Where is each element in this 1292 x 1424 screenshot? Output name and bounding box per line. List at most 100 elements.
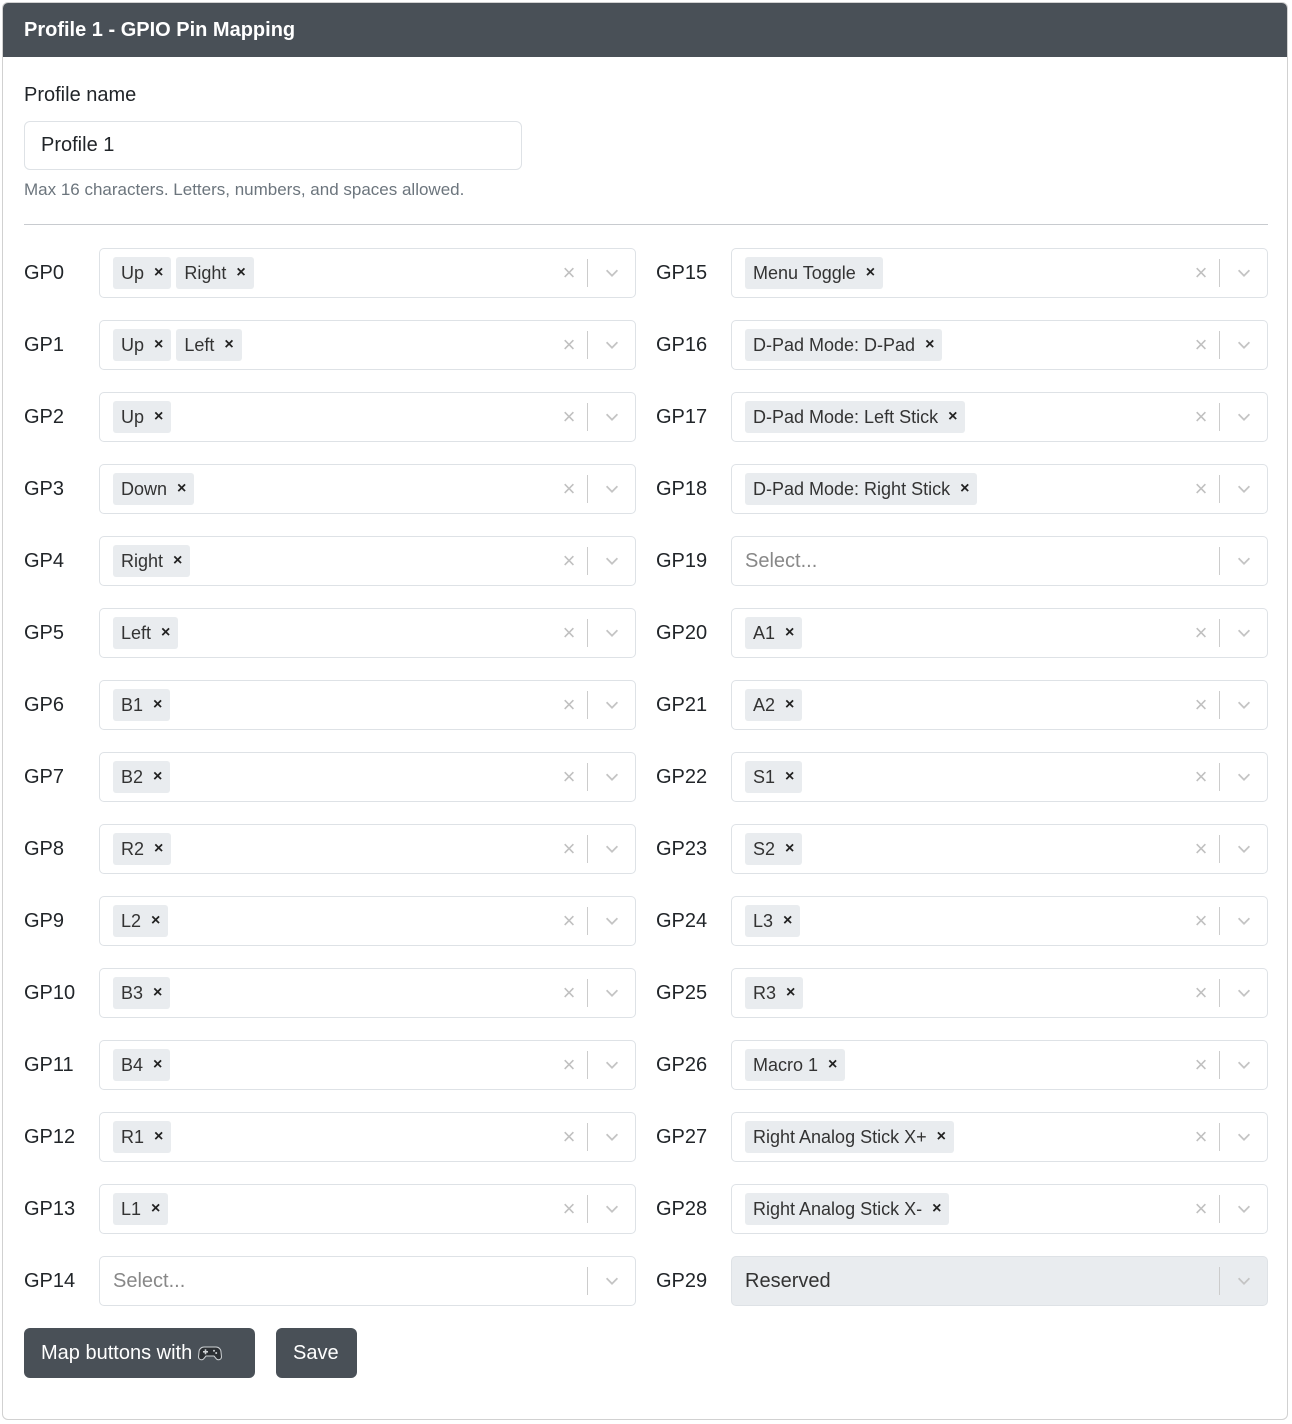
chip-remove-icon[interactable]: × <box>154 337 163 353</box>
clear-icon[interactable]: × <box>551 332 587 358</box>
chevron-down-icon[interactable] <box>1220 336 1267 354</box>
clear-icon[interactable]: × <box>551 764 587 790</box>
pin-select-gp27[interactable]: Right Analog Stick X+ × × <box>731 1112 1268 1162</box>
clear-icon[interactable]: × <box>1183 692 1219 718</box>
chevron-down-icon[interactable] <box>1220 552 1267 570</box>
chip-remove-icon[interactable]: × <box>153 985 162 1001</box>
clear-icon[interactable]: × <box>551 1052 587 1078</box>
chip-remove-icon[interactable]: × <box>153 1057 162 1073</box>
chip-remove-icon[interactable]: × <box>236 265 245 281</box>
pin-select-gp26[interactable]: Macro 1 × × <box>731 1040 1268 1090</box>
chip-remove-icon[interactable]: × <box>937 1129 946 1145</box>
save-button[interactable]: Save <box>276 1328 357 1378</box>
pin-select-gp25[interactable]: R3 × × <box>731 968 1268 1018</box>
chevron-down-icon[interactable] <box>588 1272 635 1290</box>
chevron-down-icon[interactable] <box>588 408 635 426</box>
chip-remove-icon[interactable]: × <box>866 265 875 281</box>
pin-select-gp14[interactable]: Select... <box>99 1256 636 1306</box>
chip-remove-icon[interactable]: × <box>161 625 170 641</box>
clear-icon[interactable]: × <box>1183 332 1219 358</box>
chip-remove-icon[interactable]: × <box>932 1201 941 1217</box>
pin-select-gp17[interactable]: D-Pad Mode: Left Stick × × <box>731 392 1268 442</box>
clear-icon[interactable]: × <box>1183 260 1219 286</box>
chevron-down-icon[interactable] <box>588 624 635 642</box>
clear-icon[interactable]: × <box>551 1124 587 1150</box>
chevron-down-icon[interactable] <box>1220 1200 1267 1218</box>
chip-remove-icon[interactable]: × <box>154 409 163 425</box>
chip-remove-icon[interactable]: × <box>154 1129 163 1145</box>
clear-icon[interactable]: × <box>551 980 587 1006</box>
chevron-down-icon[interactable] <box>588 1056 635 1074</box>
chevron-down-icon[interactable] <box>588 696 635 714</box>
chip-remove-icon[interactable]: × <box>151 913 160 929</box>
pin-select-gp9[interactable]: L2 × × <box>99 896 636 946</box>
chip-remove-icon[interactable]: × <box>785 625 794 641</box>
chip-remove-icon[interactable]: × <box>224 337 233 353</box>
clear-icon[interactable]: × <box>551 908 587 934</box>
chevron-down-icon[interactable] <box>1220 984 1267 1002</box>
chevron-down-icon[interactable] <box>588 1200 635 1218</box>
pin-select-gp7[interactable]: B2 × × <box>99 752 636 802</box>
pin-select-gp10[interactable]: B3 × × <box>99 968 636 1018</box>
pin-select-gp23[interactable]: S2 × × <box>731 824 1268 874</box>
chevron-down-icon[interactable] <box>588 336 635 354</box>
pin-select-gp15[interactable]: Menu Toggle × × <box>731 248 1268 298</box>
chip-remove-icon[interactable]: × <box>177 481 186 497</box>
chevron-down-icon[interactable] <box>588 480 635 498</box>
chevron-down-icon[interactable] <box>1220 1128 1267 1146</box>
chip-remove-icon[interactable]: × <box>785 769 794 785</box>
profile-name-input[interactable] <box>24 121 522 170</box>
clear-icon[interactable]: × <box>1183 764 1219 790</box>
chip-remove-icon[interactable]: × <box>786 985 795 1001</box>
clear-icon[interactable]: × <box>1183 980 1219 1006</box>
chevron-down-icon[interactable] <box>588 984 635 1002</box>
pin-select-gp3[interactable]: Down × × <box>99 464 636 514</box>
chip-remove-icon[interactable]: × <box>948 409 957 425</box>
clear-icon[interactable]: × <box>551 836 587 862</box>
clear-icon[interactable]: × <box>1183 476 1219 502</box>
clear-icon[interactable]: × <box>1183 1052 1219 1078</box>
chip-remove-icon[interactable]: × <box>925 337 934 353</box>
pin-select-gp12[interactable]: R1 × × <box>99 1112 636 1162</box>
chip-remove-icon[interactable]: × <box>785 841 794 857</box>
clear-icon[interactable]: × <box>551 692 587 718</box>
chevron-down-icon[interactable] <box>1220 624 1267 642</box>
chevron-down-icon[interactable] <box>588 552 635 570</box>
pin-select-gp16[interactable]: D-Pad Mode: D-Pad × × <box>731 320 1268 370</box>
clear-icon[interactable]: × <box>551 548 587 574</box>
clear-icon[interactable]: × <box>1183 620 1219 646</box>
chevron-down-icon[interactable] <box>1220 912 1267 930</box>
clear-icon[interactable]: × <box>551 404 587 430</box>
clear-icon[interactable]: × <box>551 476 587 502</box>
clear-icon[interactable]: × <box>1183 836 1219 862</box>
chevron-down-icon[interactable] <box>588 768 635 786</box>
pin-select-gp18[interactable]: D-Pad Mode: Right Stick × × <box>731 464 1268 514</box>
clear-icon[interactable]: × <box>1183 908 1219 934</box>
pin-select-gp21[interactable]: A2 × × <box>731 680 1268 730</box>
clear-icon[interactable]: × <box>1183 1124 1219 1150</box>
chip-remove-icon[interactable]: × <box>154 265 163 281</box>
chip-remove-icon[interactable]: × <box>153 697 162 713</box>
chip-remove-icon[interactable]: × <box>151 1201 160 1217</box>
chevron-down-icon[interactable] <box>588 840 635 858</box>
clear-icon[interactable]: × <box>551 1196 587 1222</box>
pin-select-gp22[interactable]: S1 × × <box>731 752 1268 802</box>
pin-select-gp2[interactable]: Up × × <box>99 392 636 442</box>
pin-select-gp4[interactable]: Right × × <box>99 536 636 586</box>
chip-remove-icon[interactable]: × <box>785 697 794 713</box>
chevron-down-icon[interactable] <box>588 1128 635 1146</box>
pin-select-gp28[interactable]: Right Analog Stick X- × × <box>731 1184 1268 1234</box>
chevron-down-icon[interactable] <box>1220 840 1267 858</box>
pin-select-gp11[interactable]: B4 × × <box>99 1040 636 1090</box>
chevron-down-icon[interactable] <box>1220 408 1267 426</box>
clear-icon[interactable]: × <box>1183 404 1219 430</box>
pin-select-gp8[interactable]: R2 × × <box>99 824 636 874</box>
pin-select-gp24[interactable]: L3 × × <box>731 896 1268 946</box>
chip-remove-icon[interactable]: × <box>960 481 969 497</box>
pin-select-gp5[interactable]: Left × × <box>99 608 636 658</box>
clear-icon[interactable]: × <box>551 260 587 286</box>
pin-select-gp13[interactable]: L1 × × <box>99 1184 636 1234</box>
chevron-down-icon[interactable] <box>1220 696 1267 714</box>
chip-remove-icon[interactable]: × <box>173 553 182 569</box>
chevron-down-icon[interactable] <box>588 912 635 930</box>
